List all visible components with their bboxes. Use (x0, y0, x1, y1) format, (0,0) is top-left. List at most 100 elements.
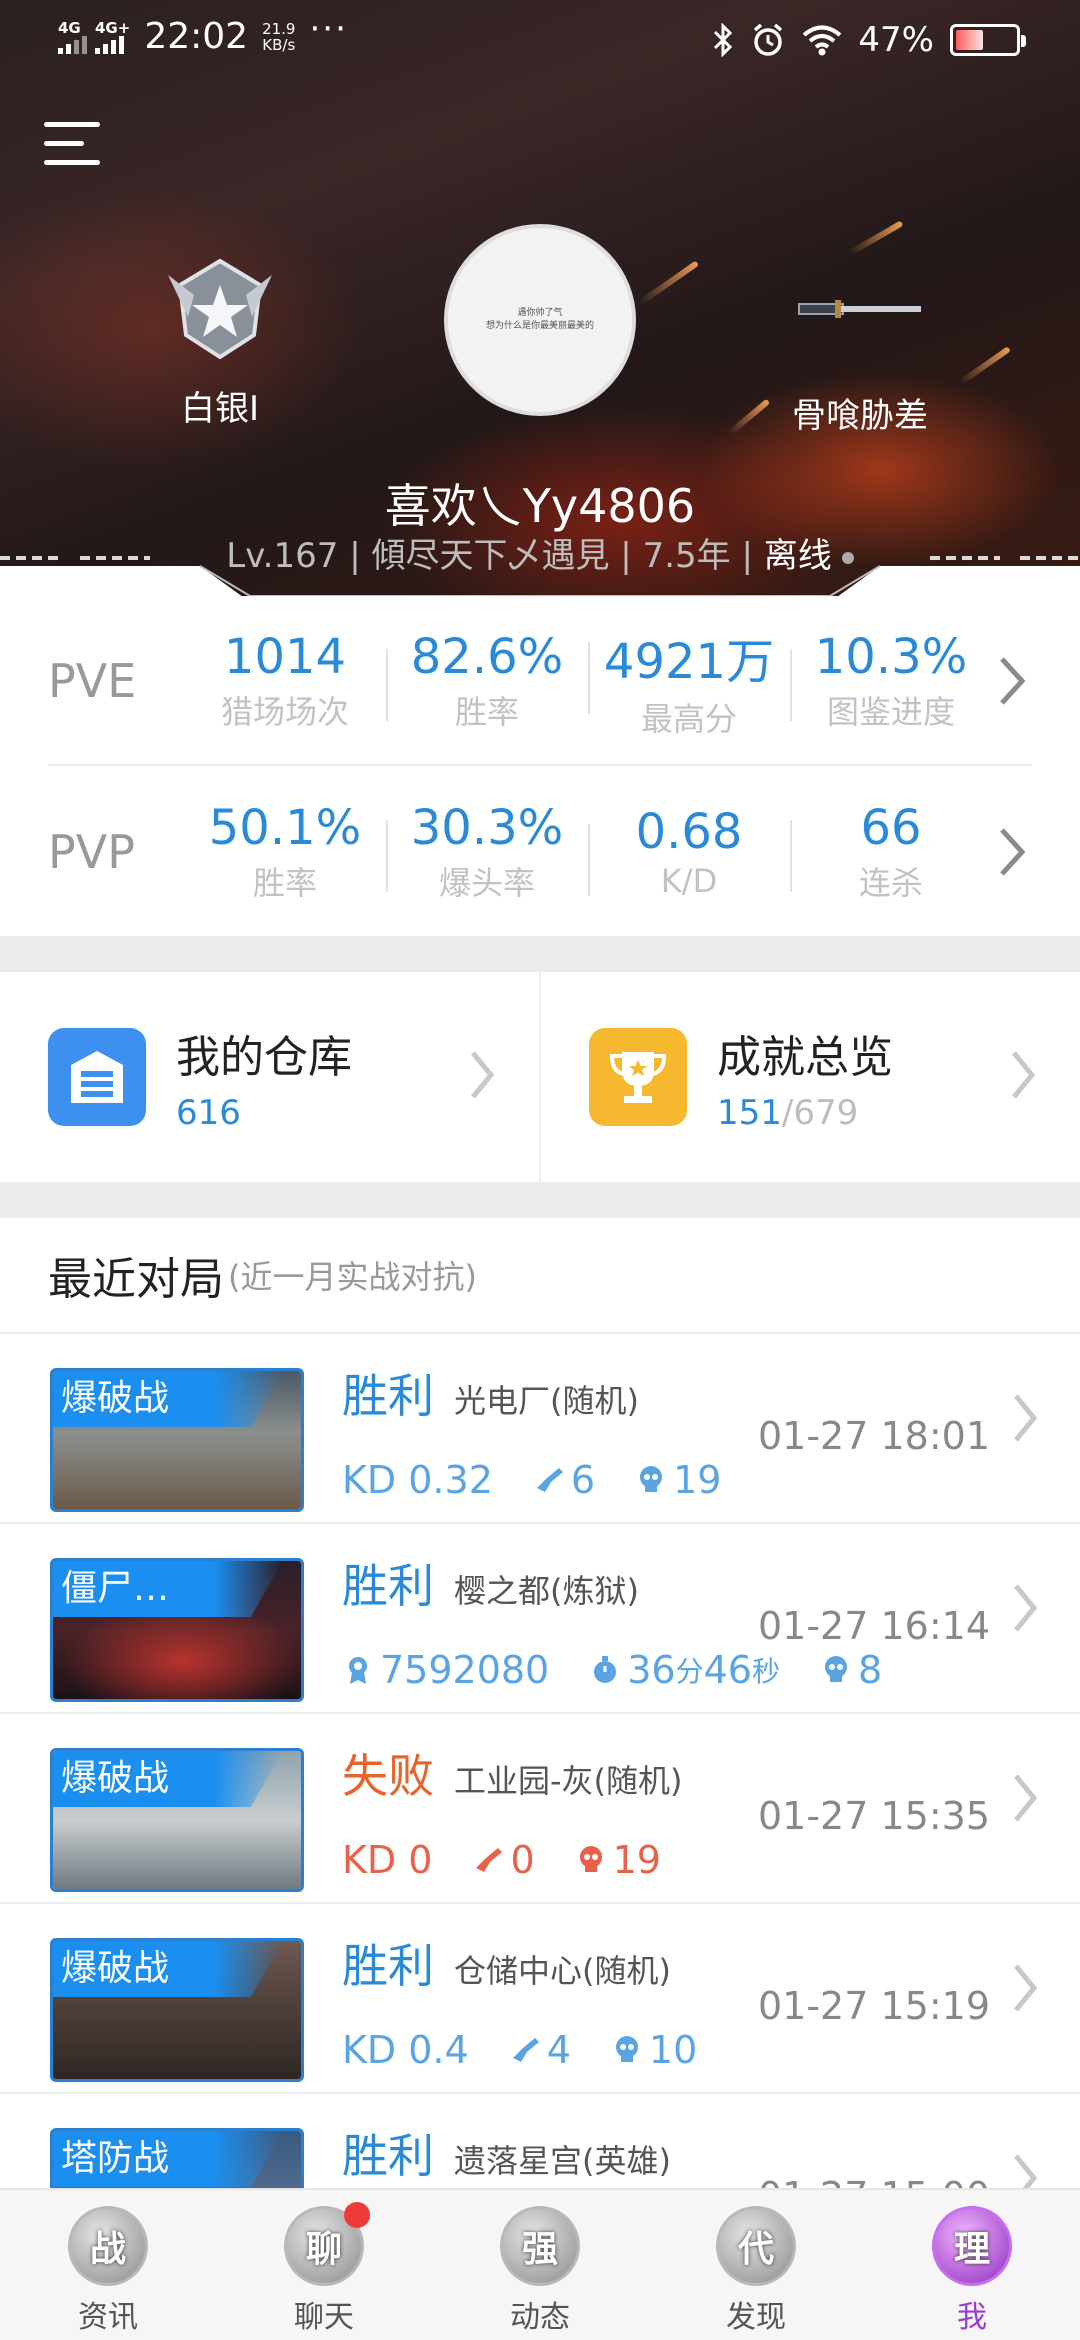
nav-me[interactable]: 理 我 (864, 2190, 1080, 2340)
nav-chat[interactable]: 聊 聊天 (216, 2190, 432, 2340)
weapon-label: 骨喰胁差 (792, 396, 928, 436)
header-decoration (728, 398, 771, 436)
avatar[interactable]: 遇你帅了气 想为什么是你最美丽最美的 (444, 224, 636, 416)
match-result: 胜利 (342, 1369, 434, 1423)
match-result: 胜利 (342, 1939, 434, 1993)
seconds-unit: 秒 (751, 1655, 780, 1688)
pve-stat: 4921万最高分 (588, 622, 790, 740)
match-deaths: 10 (648, 2028, 698, 2072)
weapon-icon (798, 300, 921, 318)
nav-news[interactable]: 战 资讯 (0, 2190, 216, 2340)
chevron-right-icon[interactable] (992, 651, 1032, 711)
match-result: 失败 (342, 1749, 434, 1803)
pve-stat: 1014 猎场场次 (184, 629, 386, 733)
weapon-block[interactable]: 骨喰胁差 (770, 270, 950, 437)
pvp-stat: 0.68 K/D (588, 804, 790, 900)
nav-label: 我 (957, 2300, 987, 2335)
quick-entries: 我的仓库 616 成就总览 151/679 (0, 972, 1080, 1182)
stat-label: 猎场场次 (220, 693, 349, 731)
chevron-right-icon (1012, 1051, 1036, 1099)
match-thumbnail: 僵尸… (50, 1558, 304, 1702)
pvp-stat: 30.3% 爆头率 (386, 800, 588, 904)
wifi-icon (803, 25, 842, 56)
header-decoration (958, 346, 1011, 386)
avatar-text: 想为什么是你最美丽最美的 (485, 321, 594, 331)
profile-header: 4G 4G+ 22:02 21.9 KB/s ··· 47% 白银I 遇你帅了气… (0, 0, 1080, 600)
avatar-text: 遇你帅了气 (517, 308, 563, 318)
stat-value: 4921万 (603, 634, 775, 690)
match-row[interactable]: 僵尸… 胜利 樱之都(炼狱) 01-27 16:14 7592080 36 分 46… (0, 1524, 1080, 1714)
match-thumbnail: 爆破战 (50, 1748, 304, 1892)
stat-label: 胜率 (454, 693, 519, 731)
network-type-2: 4G+ (95, 18, 131, 37)
network-type-1: 4G (58, 18, 81, 37)
stat-value: 66 (860, 800, 922, 856)
stat-value: 1014 (223, 629, 347, 685)
pvp-stat: 66 连杀 (790, 800, 992, 904)
gun-icon (476, 1848, 503, 1872)
stats-card: PVE 1014 猎场场次 82.6% 胜率 4921万 最高分 10.3% 图鉴进度 … (0, 598, 1080, 936)
stat-label: 连杀 (858, 864, 923, 902)
match-time: 01-27 15:35 (757, 1794, 990, 1838)
nav-label: 资讯 (78, 2300, 138, 2335)
stat-value: 30.3% (410, 800, 564, 856)
nav-feed[interactable]: 强 动态 (432, 2190, 648, 2340)
network-speed: 21.9 KB/s (262, 21, 295, 53)
match-mode: 爆破战 (53, 1941, 283, 1997)
chevron-right-icon (1014, 1774, 1038, 1822)
pve-stats-row[interactable]: PVE 1014 猎场场次 82.6% 胜率 4921万 最高分 10.3% 图鉴进度 (48, 598, 1032, 766)
stat-value: 10.3% (814, 629, 968, 685)
match-result: 胜利 (342, 2129, 434, 2183)
match-map: 遗落星宫(英雄) (454, 2142, 671, 2180)
stat-label: 图鉴进度 (826, 693, 955, 731)
match-map: 樱之都(炼狱) (454, 1572, 639, 1610)
match-score: 7592080 (380, 1648, 550, 1692)
pvp-stats-row[interactable]: PVP 50.1% 胜率 30.3% 爆头率 0.68 K/D 66 连杀 (48, 768, 1032, 936)
match-stats: KD 0.32 6 19 (342, 1458, 721, 1502)
match-mode: 塔防战 (53, 2131, 283, 2187)
skull-icon (640, 1466, 663, 1492)
achievement-entry[interactable]: 成就总览 151/679 (539, 972, 1080, 1182)
achievement-total: /679 (781, 1093, 859, 1133)
warehouse-count: 616 (176, 1093, 241, 1133)
match-thumbnail: 爆破战 (50, 1938, 304, 2082)
profile-icon: 理 (932, 2206, 1012, 2286)
signal-2: 4G+ (95, 20, 130, 54)
rank-block[interactable]: 白银I (150, 255, 290, 430)
chevron-right-icon (471, 1051, 495, 1099)
stat-label: K/D (660, 862, 718, 900)
match-stats: 7592080 36 分 46 秒 8 (342, 1648, 882, 1692)
trophy-icon (589, 1028, 687, 1126)
match-row[interactable]: 爆破战 胜利 仓储中心(随机) 01-27 15:19 KD 0.4 4 10 (0, 1904, 1080, 2094)
stat-value: 50.1% (208, 800, 362, 856)
status-bar: 4G 4G+ 22:02 21.9 KB/s ··· 47% (0, 0, 1080, 84)
match-map: 光电厂(随机) (454, 1382, 639, 1420)
news-icon: 战 (68, 2206, 148, 2286)
skull-icon (579, 1846, 602, 1872)
recent-title: 最近对局 (48, 1254, 224, 1305)
match-duration-minutes: 36 (627, 1648, 676, 1692)
battery-level (956, 30, 984, 50)
pvp-label: PVP (48, 825, 135, 879)
stat-label: 爆头率 (438, 864, 535, 902)
match-map: 仓储中心(随机) (454, 1952, 671, 1990)
match-deaths: 8 (858, 1648, 883, 1692)
stat-label: 最高分 (640, 700, 737, 738)
match-row[interactable]: 爆破战 胜利 光电厂(随机) 01-27 18:01 KD 0.32 6 19 (0, 1334, 1080, 1524)
username: 喜欢乀Yy4806 (384, 479, 696, 533)
chevron-right-icon[interactable] (992, 822, 1032, 882)
match-kills: 6 (570, 1458, 596, 1502)
match-time: 01-27 18:01 (757, 1414, 990, 1458)
menu-button[interactable] (44, 122, 104, 172)
match-deaths: 19 (673, 1458, 722, 1502)
signal-bars-icon (95, 35, 124, 54)
warehouse-title: 我的仓库 (176, 1032, 352, 1083)
nav-discover[interactable]: 代 发现 (648, 2190, 864, 2340)
warehouse-entry[interactable]: 我的仓库 616 (0, 972, 539, 1182)
recent-matches: 最近对局 (近一月实战对抗) 爆破战 胜利 光电厂(随机) 01-27 18:0… (0, 1218, 1080, 2340)
match-duration-seconds: 46 (703, 1648, 752, 1692)
match-time: 01-27 16:14 (757, 1604, 990, 1648)
match-row[interactable]: 爆破战 失败 工业园-灰(随机) 01-27 15:35 KD 0 0 19 (0, 1714, 1080, 1904)
match-result: 胜利 (342, 1559, 434, 1613)
signal-1: 4G (58, 20, 87, 54)
